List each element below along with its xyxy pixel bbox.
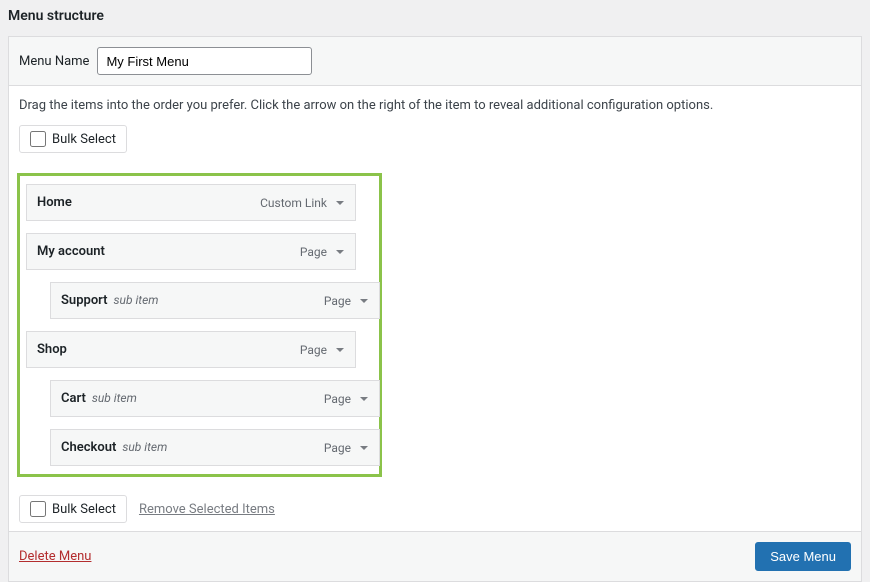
menu-item-title: Cart [61, 391, 86, 406]
menu-item-title: Shop [37, 342, 67, 357]
menu-item-title: My account [37, 244, 105, 259]
menu-name-label: Menu Name [19, 54, 89, 69]
bulk-select-bottom[interactable]: Bulk Select [19, 495, 127, 523]
instructions-text: Drag the items into the order you prefer… [19, 98, 851, 113]
menu-item-type: Custom Link [260, 196, 327, 210]
menu-name-bar: Menu Name [9, 37, 861, 86]
menu-item-shop[interactable]: Shop Page [26, 331, 356, 368]
menu-item-type: Page [300, 245, 327, 259]
menu-name-input[interactable] [97, 47, 312, 75]
menu-item-title: Checkout [61, 440, 116, 455]
bulk-select-label-bottom: Bulk Select [52, 502, 116, 517]
menu-item-type: Page [324, 294, 351, 308]
menu-items-highlight: Home Custom Link My account Page Support sub … [17, 173, 382, 477]
chevron-down-icon[interactable] [335, 345, 345, 355]
chevron-down-icon[interactable] [359, 296, 369, 306]
menu-items-container: Home Custom Link My account Page Support sub … [26, 184, 373, 466]
sub-item-hint: sub item [114, 293, 159, 307]
remove-selected-link: Remove Selected Items [139, 502, 275, 517]
section-heading: Menu structure [8, 8, 862, 28]
menu-item-type: Page [300, 343, 327, 357]
delete-menu-link[interactable]: Delete Menu [19, 549, 91, 564]
bottom-bar: Delete Menu Save Menu [9, 531, 861, 581]
menu-item-home[interactable]: Home Custom Link [26, 184, 356, 221]
menu-item-checkout[interactable]: Checkout sub item Page [50, 429, 380, 466]
chevron-down-icon[interactable] [359, 443, 369, 453]
menu-item-support[interactable]: Support sub item Page [50, 282, 380, 319]
menu-item-type: Page [324, 392, 351, 406]
menu-structure-panel: Menu Name Drag the items into the order … [8, 36, 862, 582]
menu-item-title: Home [37, 195, 72, 210]
menu-item-type: Page [324, 441, 351, 455]
menu-item-my-account[interactable]: My account Page [26, 233, 356, 270]
menu-item-title: Support [61, 293, 108, 308]
sub-item-hint: sub item [92, 391, 137, 405]
bulk-select-top[interactable]: Bulk Select [19, 125, 127, 153]
bulk-select-label-top: Bulk Select [52, 132, 116, 147]
bulk-select-checkbox-bottom[interactable] [30, 501, 46, 517]
chevron-down-icon[interactable] [335, 247, 345, 257]
sub-item-hint: sub item [122, 440, 167, 454]
chevron-down-icon[interactable] [335, 198, 345, 208]
save-menu-button[interactable]: Save Menu [755, 542, 851, 571]
bulk-select-checkbox-top[interactable] [30, 131, 46, 147]
chevron-down-icon[interactable] [359, 394, 369, 404]
instructions-area: Drag the items into the order you prefer… [9, 86, 861, 163]
bulk-footer-row: Bulk Select Remove Selected Items [9, 487, 861, 531]
menu-item-cart[interactable]: Cart sub item Page [50, 380, 380, 417]
